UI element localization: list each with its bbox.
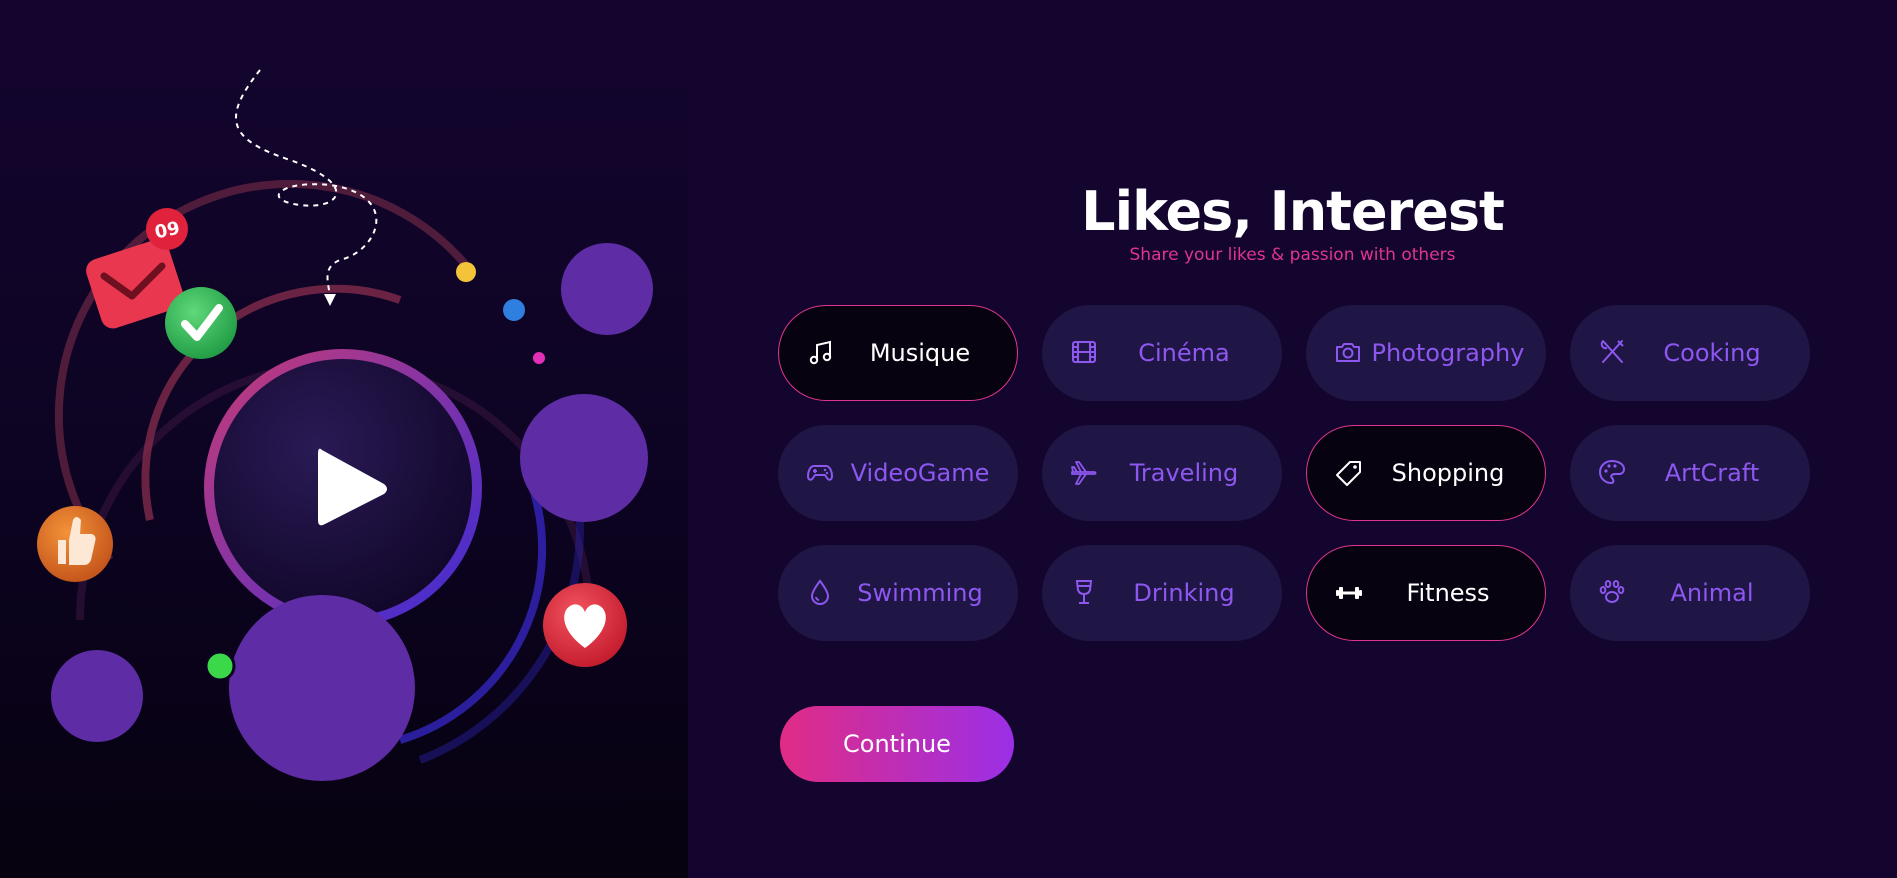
thumbs-up-icon bbox=[37, 506, 113, 582]
hero-artwork: 09 bbox=[37, 69, 653, 781]
blue-dot bbox=[503, 299, 525, 321]
interest-label: Shopping bbox=[1391, 459, 1505, 487]
notification-badge: 09 bbox=[146, 208, 188, 250]
continue-button[interactable]: Continue bbox=[780, 706, 1014, 782]
check-icon bbox=[165, 287, 237, 359]
interest-chip-shopping[interactable]: Shopping bbox=[1306, 425, 1546, 521]
interest-label: Fitness bbox=[1406, 579, 1490, 607]
interest-label: Musique bbox=[869, 339, 971, 367]
interest-chip-swimming[interactable]: Swimming bbox=[778, 545, 1018, 641]
interest-chip-drinking[interactable]: Drinking bbox=[1042, 545, 1282, 641]
green-dot bbox=[204, 650, 236, 682]
purple-blob bbox=[520, 394, 648, 522]
page-subtitle: Share your likes & passion with others bbox=[1129, 245, 1456, 265]
yellow-dot bbox=[456, 262, 476, 282]
interest-label: Swimming bbox=[857, 579, 983, 607]
interest-chip-cooking[interactable]: Cooking bbox=[1570, 305, 1810, 401]
pink-dot bbox=[533, 352, 545, 364]
interest-chip-musique[interactable]: Musique bbox=[778, 305, 1018, 401]
interest-chip-fitness[interactable]: Fitness bbox=[1306, 545, 1546, 641]
interests-panel: Likes, Interest Share your likes & passi… bbox=[688, 0, 1897, 878]
interest-chip-cinema[interactable]: Cinéma bbox=[1042, 305, 1282, 401]
interest-label: Animal bbox=[1670, 579, 1754, 607]
interest-chip-photography[interactable]: Photography bbox=[1306, 305, 1546, 401]
interest-label: ArtCraft bbox=[1664, 459, 1760, 487]
purple-blob bbox=[51, 650, 143, 742]
interest-label: VideoGame bbox=[850, 459, 990, 487]
heart-icon bbox=[543, 583, 627, 667]
interest-label: Cinéma bbox=[1138, 339, 1230, 367]
interest-label: Photography bbox=[1371, 339, 1525, 367]
page-title: Likes, Interest bbox=[1081, 180, 1505, 243]
arrow-head-icon bbox=[324, 294, 336, 306]
purple-blob bbox=[561, 243, 653, 335]
interest-label: Drinking bbox=[1133, 579, 1235, 607]
interest-chip-videogame[interactable]: VideoGame bbox=[778, 425, 1018, 521]
interest-grid: Musique Cinéma Photography Cooking Video… bbox=[778, 305, 1810, 641]
interest-chip-animal[interactable]: Animal bbox=[1570, 545, 1810, 641]
interest-label: Traveling bbox=[1129, 459, 1239, 487]
hero-illustration: 09 bbox=[0, 0, 688, 878]
interest-label: Cooking bbox=[1663, 339, 1761, 367]
interest-chip-traveling[interactable]: Traveling bbox=[1042, 425, 1282, 521]
purple-blob bbox=[229, 595, 415, 781]
interest-chip-artcraft[interactable]: ArtCraft bbox=[1570, 425, 1810, 521]
